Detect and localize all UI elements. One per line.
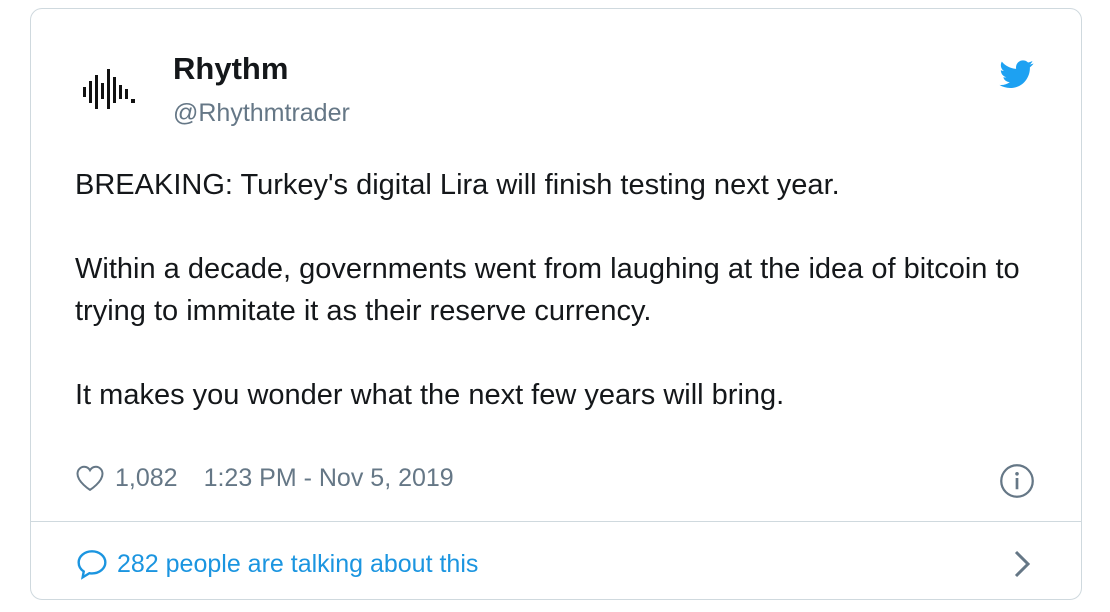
like-count[interactable]: 1,082	[115, 464, 178, 493]
author-name[interactable]: Rhythm	[173, 51, 288, 87]
divider	[31, 521, 1081, 522]
tweet-paragraph: It makes you wonder what the next few ye…	[75, 379, 785, 411]
tweet-text: BREAKING: Turkey's digital Lira will fin…	[75, 164, 1065, 416]
tweet-paragraph: Within a decade, governments went from l…	[75, 253, 1020, 327]
author-handle[interactable]: @Rhythmtrader	[173, 99, 350, 128]
speech-bubble-icon	[77, 550, 107, 580]
tweet-card: Rhythm @Rhythmtrader BREAKING: Turkey's …	[30, 8, 1082, 600]
tweet-timestamp[interactable]: 1:23 PM - Nov 5, 2019	[204, 464, 454, 493]
conversation-label[interactable]: 282 people are talking about this	[117, 550, 478, 579]
conversation-link[interactable]: 282 people are talking about this	[75, 544, 478, 584]
chevron-right-icon[interactable]	[1011, 549, 1033, 579]
info-icon[interactable]	[999, 463, 1035, 499]
tweet-paragraph: BREAKING: Turkey's digital Lira will fin…	[75, 169, 840, 201]
waveform-logo-icon[interactable]	[81, 67, 143, 115]
twitter-bird-icon[interactable]	[997, 57, 1037, 91]
tweet-meta: 1,082 1:23 PM - Nov 5, 2019	[75, 458, 454, 498]
heart-icon[interactable]	[75, 464, 105, 492]
